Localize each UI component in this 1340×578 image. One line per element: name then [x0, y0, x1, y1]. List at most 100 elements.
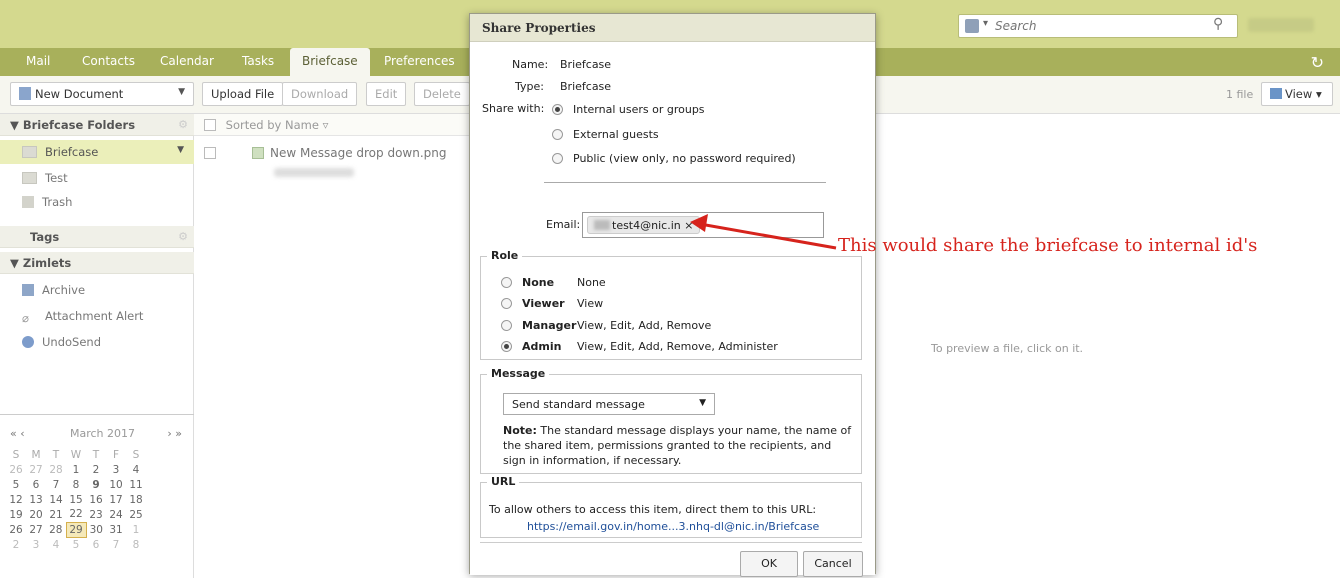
- email-field[interactable]: test4@nic.in ×: [582, 212, 824, 238]
- gear-icon[interactable]: ⚙: [178, 230, 188, 243]
- calendar-day[interactable]: 4: [126, 462, 146, 477]
- calendar-day[interactable]: 28: [46, 462, 66, 477]
- tab-preferences[interactable]: Preferences: [384, 54, 455, 68]
- tags-header[interactable]: Tags ⚙: [0, 226, 194, 248]
- share-url-link[interactable]: https://email.gov.in/home...3.nhq-dl@nic…: [489, 518, 859, 535]
- cancel-button[interactable]: Cancel: [803, 551, 863, 577]
- calendar-day-today[interactable]: 29: [65, 521, 87, 538]
- upload-file-button[interactable]: Upload File: [202, 82, 284, 106]
- role-option-admin[interactable]: Admin View, Edit, Add, Remove, Administer: [501, 340, 778, 353]
- radio-button[interactable]: [552, 104, 563, 115]
- search-icon[interactable]: ⚲: [1213, 16, 1223, 32]
- calendar-day[interactable]: 11: [126, 477, 146, 492]
- delete-button[interactable]: Delete: [414, 82, 470, 106]
- radio-button[interactable]: [501, 341, 512, 352]
- refresh-icon[interactable]: ↻: [1311, 53, 1324, 72]
- calendar-day[interactable]: 30: [86, 522, 106, 537]
- ok-button[interactable]: OK: [740, 551, 798, 577]
- calendar-day[interactable]: 4: [46, 537, 66, 552]
- download-button[interactable]: Download: [282, 82, 358, 106]
- calendar-next-nav[interactable]: › »: [167, 427, 182, 440]
- share-option-external[interactable]: External guests: [552, 128, 659, 141]
- radio-button[interactable]: [552, 129, 563, 140]
- calendar-day[interactable]: 2: [6, 537, 26, 552]
- calendar-day[interactable]: 16: [86, 492, 106, 507]
- calendar-day[interactable]: 26: [6, 522, 26, 537]
- select-all-checkbox[interactable]: [204, 119, 216, 131]
- close-icon[interactable]: ×: [684, 219, 693, 232]
- calendar-day[interactable]: 3: [106, 462, 126, 477]
- share-option-public[interactable]: Public (view only, no password required): [552, 152, 796, 165]
- dialog-title[interactable]: Share Properties: [470, 14, 875, 42]
- search-box[interactable]: ▾ ⚲: [958, 14, 1238, 38]
- calendar-day[interactable]: 26: [6, 462, 26, 477]
- message-select[interactable]: Send standard message ▼: [503, 393, 715, 415]
- calendar-day[interactable]: 19: [6, 507, 26, 522]
- radio-button[interactable]: [552, 153, 563, 164]
- share-option-internal[interactable]: Internal users or groups: [552, 103, 705, 116]
- calendar-day[interactable]: 3: [26, 537, 46, 552]
- calendar-day[interactable]: 15: [66, 492, 86, 507]
- folder-test[interactable]: Test: [0, 166, 194, 190]
- radio-button[interactable]: [501, 320, 512, 331]
- calendar-day[interactable]: 25: [126, 507, 146, 522]
- calendar-day[interactable]: 7: [46, 477, 66, 492]
- folder-briefcase[interactable]: Briefcase ▼: [0, 140, 194, 164]
- search-input[interactable]: [995, 17, 1205, 35]
- tab-briefcase[interactable]: Briefcase: [290, 48, 370, 76]
- calendar-day[interactable]: 18: [126, 492, 146, 507]
- role-option-none[interactable]: None None: [501, 276, 606, 289]
- calendar-day[interactable]: 5: [66, 537, 86, 552]
- calendar-day[interactable]: 7: [106, 537, 126, 552]
- tab-calendar[interactable]: Calendar: [160, 54, 214, 68]
- calendar-day[interactable]: 1: [126, 522, 146, 537]
- sort-label[interactable]: Sorted by Name: [226, 118, 319, 132]
- calendar-day[interactable]: 6: [86, 537, 106, 552]
- folder-trash[interactable]: Trash: [0, 190, 194, 214]
- calendar-day[interactable]: 12: [6, 492, 26, 507]
- calendar-day[interactable]: 2: [86, 462, 106, 477]
- role-option-manager[interactable]: ManagerView, Edit, Add, Remove: [501, 319, 711, 332]
- chevron-down-icon[interactable]: ▼: [178, 87, 185, 97]
- user-name-blurred[interactable]: [1248, 18, 1314, 32]
- calendar-day[interactable]: 17: [106, 492, 126, 507]
- calendar-day[interactable]: 22: [66, 507, 86, 522]
- briefcase-folders-header[interactable]: ▼ Briefcase Folders ⚙: [0, 114, 194, 136]
- calendar-day[interactable]: 5: [6, 477, 26, 492]
- calendar-day[interactable]: 21: [46, 507, 66, 522]
- role-option-viewer[interactable]: Viewer View: [501, 297, 603, 310]
- calendar-day[interactable]: 8: [66, 477, 86, 492]
- radio-button[interactable]: [501, 277, 512, 288]
- view-button[interactable]: View ▾: [1261, 82, 1333, 106]
- new-document-button[interactable]: New Document ▼: [10, 82, 194, 106]
- tab-contacts[interactable]: Contacts: [82, 54, 135, 68]
- gear-icon[interactable]: ⚙: [178, 118, 188, 131]
- calendar-day[interactable]: 27: [26, 462, 46, 477]
- calendar-prev-nav[interactable]: « ‹: [10, 427, 25, 440]
- calendar-day[interactable]: 6: [26, 477, 46, 492]
- row-checkbox[interactable]: [204, 147, 216, 159]
- search-type-icon[interactable]: [965, 19, 979, 33]
- tab-tasks[interactable]: Tasks: [242, 54, 274, 68]
- calendar-day[interactable]: 14: [46, 492, 66, 507]
- chevron-down-icon[interactable]: ▼: [177, 145, 184, 155]
- calendar-day[interactable]: 31: [106, 522, 126, 537]
- zimlet-attachment-alert[interactable]: ⌀ Attachment Alert: [0, 304, 194, 328]
- chevron-down-icon[interactable]: ▼: [699, 398, 706, 408]
- calendar-day[interactable]: 20: [26, 507, 46, 522]
- calendar-day[interactable]: 9: [86, 477, 106, 492]
- chevron-down-icon[interactable]: ▾: [983, 18, 988, 29]
- zimlets-header[interactable]: ▼ Zimlets: [0, 252, 194, 274]
- zimlet-undosend[interactable]: UndoSend: [0, 330, 194, 354]
- tab-mail[interactable]: Mail: [26, 54, 50, 68]
- calendar-day[interactable]: 13: [26, 492, 46, 507]
- calendar-day[interactable]: 28: [46, 522, 66, 537]
- file-name[interactable]: New Message drop down.png: [270, 146, 447, 160]
- edit-button[interactable]: Edit: [366, 82, 407, 106]
- calendar-day[interactable]: 27: [26, 522, 46, 537]
- calendar-day[interactable]: 10: [106, 477, 126, 492]
- email-chip[interactable]: test4@nic.in ×: [587, 216, 701, 234]
- zimlet-archive[interactable]: Archive: [0, 278, 194, 302]
- sort-icon[interactable]: ▿: [323, 118, 329, 132]
- radio-button[interactable]: [501, 298, 512, 309]
